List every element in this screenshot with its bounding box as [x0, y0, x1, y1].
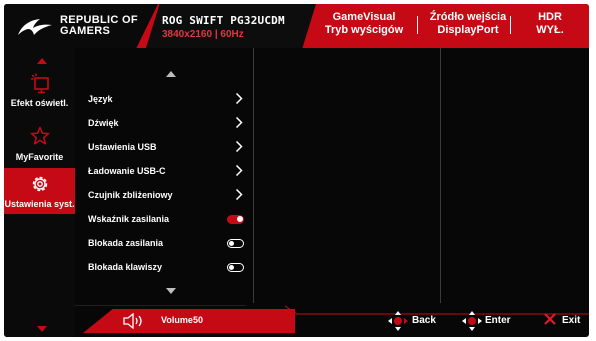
close-icon	[544, 313, 556, 325]
chevron-right-icon	[235, 164, 243, 177]
chevron-right-icon	[235, 188, 243, 201]
menu-item-label: Blokada zasilania	[88, 238, 164, 248]
menu-item-usb-c-charging[interactable]: Ładowanie USB-C	[88, 161, 248, 181]
rog-logo-icon	[18, 19, 52, 35]
speaker-icon	[123, 313, 142, 329]
volume-label: Volume	[161, 315, 193, 325]
input-source-status[interactable]: Źródło wejścia DisplayPort	[418, 11, 518, 37]
menu-item-label: Ustawienia USB	[88, 142, 157, 152]
menu-item-sound[interactable]: Dźwięk	[88, 113, 248, 133]
menu-item-label: Język	[88, 94, 113, 104]
brand-text: REPUBLIC OF GAMERS	[60, 15, 138, 37]
menu-item-usb-settings[interactable]: Ustawienia USB	[88, 137, 248, 157]
gamevisual-title: GameVisual	[332, 11, 396, 23]
menu-item-label: Czujnik zbliżeniowy	[88, 190, 173, 200]
menu-item-power-lock[interactable]: Blokada zasilania	[88, 233, 248, 253]
hdr-value: WYŁ.	[536, 24, 564, 36]
submenu-panel	[254, 48, 441, 303]
power-lock-toggle[interactable]	[227, 239, 244, 248]
menu-item-label: Dźwięk	[88, 118, 119, 128]
menu-item-label: Wskaźnik zasilania	[88, 214, 170, 224]
input-source-title: Źródło wejścia	[429, 11, 507, 23]
hdr-status[interactable]: HDR WYŁ.	[518, 11, 582, 37]
settings-menu: Język Dźwięk Ustawienia USB Ładowanie US…	[77, 48, 254, 303]
nav-label-lighting: Efekt oświetl.	[10, 98, 69, 108]
menu-item-key-lock[interactable]: Blokada klawiszy	[88, 257, 248, 277]
chevron-right-icon	[235, 140, 243, 153]
hdr-title: HDR	[538, 11, 562, 23]
exit-button[interactable]: Exit	[562, 315, 580, 326]
menu-item-power-indicator[interactable]: Wskaźnik zasilania	[88, 209, 248, 229]
joystick-press-icon	[462, 311, 482, 331]
back-button[interactable]: Back	[412, 315, 436, 326]
menu-scroll-up-icon[interactable]	[166, 71, 176, 77]
scroll-up-icon[interactable]	[37, 58, 47, 64]
key-lock-toggle[interactable]	[227, 263, 244, 272]
menu-item-proximity-sensor[interactable]: Czujnik zbliżeniowy	[88, 185, 248, 205]
menu-item-label: Blokada klawiszy	[88, 262, 163, 272]
menu-item-language[interactable]: Język	[88, 89, 248, 109]
enter-button[interactable]: Enter	[485, 315, 511, 326]
nav-item-lighting[interactable]: Efekt oświetl.	[4, 70, 75, 120]
gamevisual-value: Tryb wyścigów	[324, 24, 404, 36]
nav-label-myfavorite: MyFavorite	[15, 152, 64, 162]
chevron-right-icon	[235, 116, 243, 129]
osd-footer: Volume 50 Back Enter Exit	[75, 305, 589, 337]
gamevisual-status[interactable]: GameVisual Tryb wyścigów	[312, 11, 416, 37]
monitor-osd: REPUBLIC OF GAMERS ROG SWIFT PG32UCDM 38…	[4, 4, 589, 337]
value-panel	[441, 48, 589, 303]
toggle-knob	[229, 264, 234, 270]
star-icon	[30, 126, 49, 145]
menu-scroll-down-icon[interactable]	[166, 288, 176, 294]
osd-header: REPUBLIC OF GAMERS ROG SWIFT PG32UCDM 38…	[4, 4, 589, 48]
menu-item-label: Ładowanie USB-C	[88, 166, 166, 176]
chevron-right-icon	[235, 92, 243, 105]
toggle-knob	[229, 240, 234, 246]
input-source-value: DisplayPort	[437, 24, 499, 36]
header-divider	[510, 16, 511, 34]
lighting-effect-icon	[30, 73, 49, 94]
nav-item-system-settings[interactable]: Ustawienia syst.	[4, 168, 75, 214]
brand-line-2: GAMERS	[60, 25, 111, 37]
toggle-knob	[236, 216, 243, 222]
power-indicator-toggle[interactable]	[227, 215, 244, 224]
resolution-refresh: 3840x2160 | 60Hz	[162, 29, 244, 40]
gear-icon	[32, 176, 47, 192]
model-name: ROG SWIFT PG32UCDM	[162, 14, 285, 27]
volume-value: 50	[193, 315, 204, 325]
scroll-down-icon[interactable]	[37, 326, 47, 332]
nav-item-myfavorite[interactable]: MyFavorite	[4, 124, 75, 174]
category-sidebar: Efekt oświetl. MyFavorite Ustawienia sys…	[4, 48, 75, 337]
nav-label-system-settings: Ustawienia syst.	[4, 199, 75, 209]
joystick-move-icon	[388, 311, 408, 331]
